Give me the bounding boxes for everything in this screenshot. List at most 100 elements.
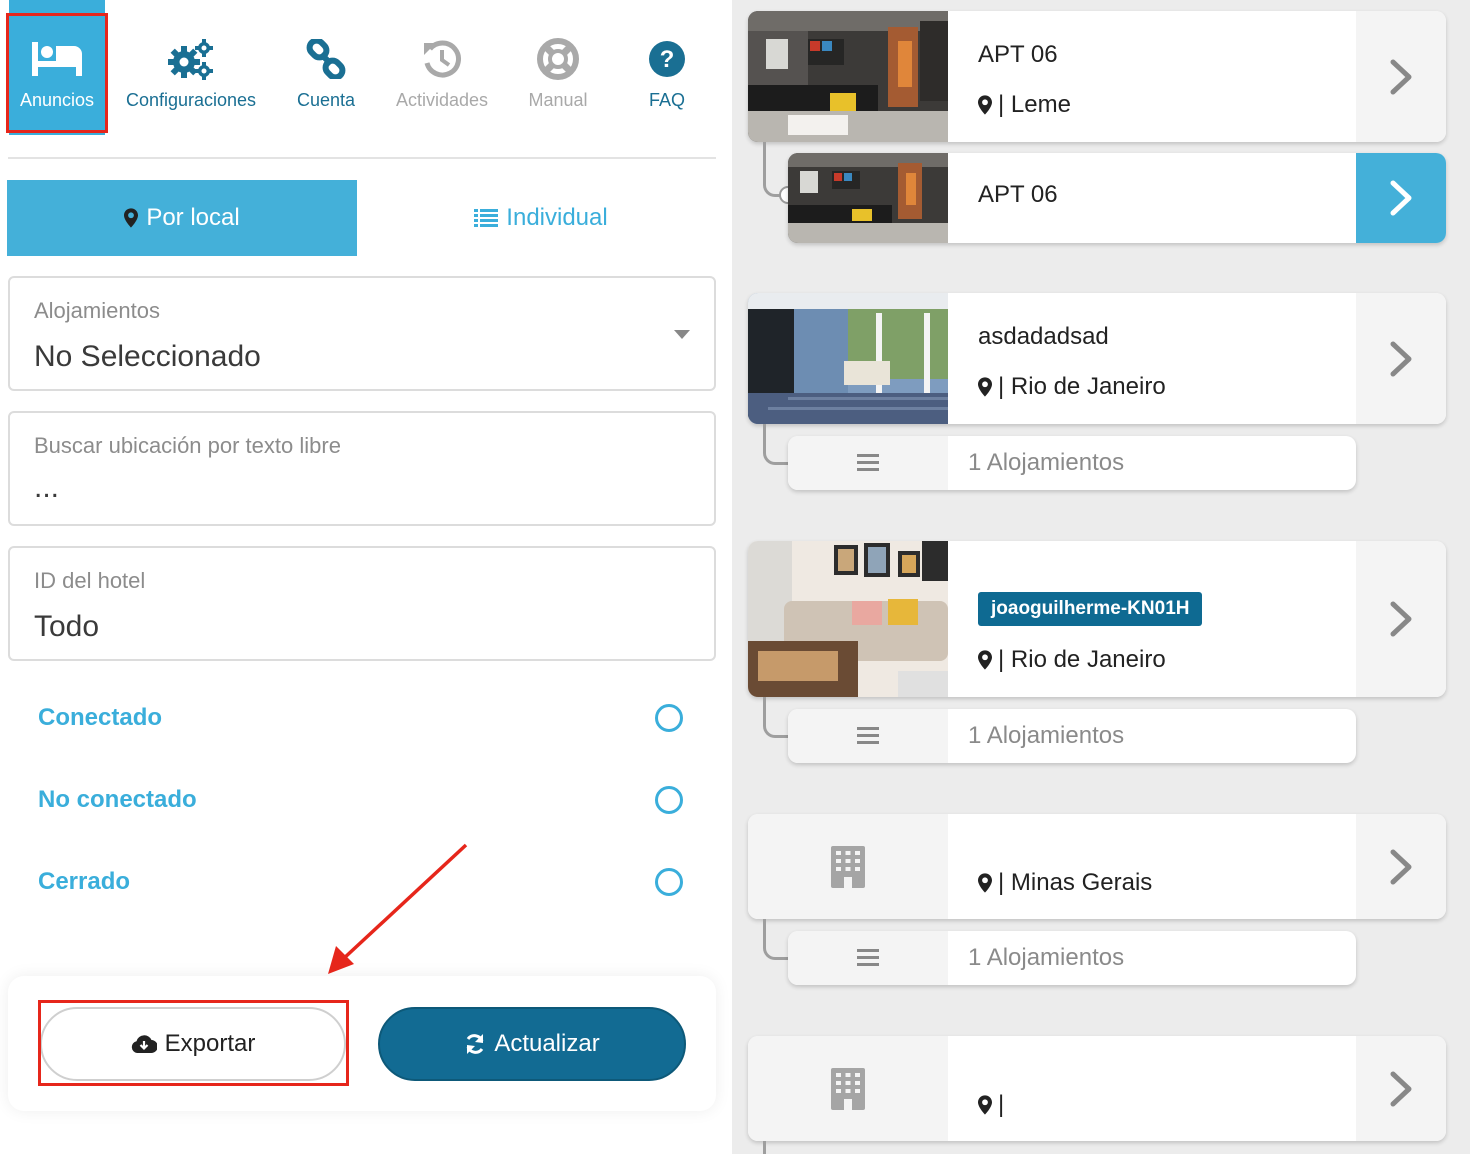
map-pin-icon	[978, 650, 992, 670]
accommodation-count: 1 Alojamientos	[968, 944, 1125, 971]
nav-tab-cuenta[interactable]: Cuenta	[284, 0, 368, 135]
menu-icon	[788, 709, 948, 763]
map-pin-icon	[124, 208, 138, 228]
menu-icon	[788, 436, 948, 490]
field-label: Alojamientos	[34, 298, 160, 323]
location-text: | Rio de Janeiro	[998, 373, 1166, 400]
nav-tab-faq[interactable]: ? FAQ	[630, 0, 704, 135]
listing-code-badge: joaoguilherme-KN01H	[978, 592, 1203, 626]
filter-panel: Anuncios Configuraciones Cuenta Activida…	[0, 0, 732, 1154]
chevron-down-icon	[674, 330, 690, 339]
menu-icon	[788, 931, 948, 985]
accommodation-count: 1 Alojamientos	[968, 449, 1125, 476]
export-button[interactable]: Exportar	[40, 1007, 346, 1081]
nav-label: Actividades	[395, 90, 489, 110]
listing-location: | Minas Gerais	[978, 869, 1152, 897]
tree-connector	[763, 1141, 791, 1154]
nav-label: FAQ	[648, 90, 685, 110]
field-label: Buscar ubicación por texto libre	[34, 433, 341, 458]
field-label: ID del hotel	[34, 568, 146, 593]
chevron-right-icon[interactable]	[1356, 541, 1446, 697]
chevron-right-icon[interactable]	[1356, 1036, 1446, 1141]
nav-label: Manual	[528, 90, 588, 110]
listing-card[interactable]: APT 06 | Leme	[748, 11, 1446, 142]
listing-title: APT 06	[978, 181, 1058, 208]
accommodation-count-row[interactable]: 1 Alojamientos	[788, 709, 1356, 763]
porch-photo	[748, 293, 948, 424]
field-value: Todo	[34, 610, 100, 643]
listing-card[interactable]: | Minas Gerais	[748, 814, 1446, 919]
tree-connector	[763, 697, 791, 738]
listing-title: APT 06	[978, 41, 1058, 68]
nav-tab-configuraciones[interactable]: Configuraciones	[118, 0, 264, 135]
tab-individual[interactable]: Individual	[366, 180, 716, 256]
svg-text:?: ?	[660, 46, 675, 73]
chevron-right-icon[interactable]	[1356, 293, 1446, 424]
bed-icon	[9, 32, 105, 86]
map-pin-icon	[978, 377, 992, 397]
status-option-no-conectado[interactable]: No conectado	[8, 772, 708, 832]
tree-connector	[763, 424, 791, 465]
tab-label: Por local	[146, 204, 240, 231]
listing-location: |	[978, 1091, 1004, 1119]
tab-por-local[interactable]: Por local	[7, 180, 357, 256]
map-pin-icon	[978, 1095, 992, 1115]
status-label: No conectado	[38, 786, 197, 813]
listing-card[interactable]: asdadadsad | Rio de Janeiro	[748, 293, 1446, 424]
update-button[interactable]: Actualizar	[378, 1007, 686, 1081]
listing-location: | Rio de Janeiro	[978, 646, 1166, 674]
button-label: Actualizar	[494, 1030, 600, 1057]
listing-card-selected[interactable]: APT 06	[788, 153, 1446, 243]
location-text: | Leme	[998, 91, 1071, 118]
hotel-id-field[interactable]: ID del hotel Todo	[8, 546, 716, 661]
nav-label: Cuenta	[296, 90, 356, 110]
listings-panel: APT 06 | Leme APT 06 asdadadsad | Rio de…	[732, 0, 1470, 1154]
location-text: |	[998, 1091, 1005, 1118]
gears-icon	[118, 32, 264, 86]
accommodations-select[interactable]: Alojamientos No Seleccionado	[8, 276, 716, 391]
accommodation-count: 1 Alojamientos	[968, 722, 1125, 749]
sofa-photo	[748, 541, 948, 697]
radio-button[interactable]	[655, 868, 683, 896]
chevron-right-icon[interactable]	[1356, 814, 1446, 919]
listing-location: | Leme	[978, 91, 1071, 119]
building-icon	[748, 1036, 948, 1141]
refresh-icon	[464, 1033, 486, 1055]
list-icon	[474, 209, 499, 227]
listing-card[interactable]: joaoguilherme-KN01H | Rio de Janeiro	[748, 541, 1446, 697]
listing-location: | Rio de Janeiro	[978, 373, 1166, 401]
tab-label: Individual	[506, 204, 608, 231]
chevron-right-icon[interactable]	[1356, 11, 1446, 142]
living-room-photo	[788, 153, 948, 243]
living-room-photo	[748, 11, 948, 142]
chevron-right-icon[interactable]	[1356, 153, 1446, 243]
status-option-conectado[interactable]: Conectado	[8, 690, 708, 750]
nav-label: Configuraciones	[125, 90, 257, 110]
status-option-cerrado[interactable]: Cerrado	[8, 854, 708, 914]
location-search-input[interactable]: Buscar ubicación por texto libre ...	[8, 411, 716, 526]
nav-divider	[8, 157, 716, 159]
field-value: ...	[34, 471, 60, 504]
lifebuoy-icon	[518, 32, 598, 86]
listing-title: asdadadsad	[978, 323, 1109, 350]
status-label: Conectado	[38, 704, 163, 731]
radio-button[interactable]	[655, 786, 683, 814]
tree-connector	[763, 919, 791, 960]
field-value: No Seleccionado	[34, 340, 261, 373]
nav-tab-actividades[interactable]: Actividades	[386, 0, 498, 135]
link-icon	[284, 32, 368, 86]
status-label: Cerrado	[38, 868, 131, 895]
nav-label: Anuncios	[19, 90, 95, 110]
radio-button[interactable]	[655, 704, 683, 732]
map-pin-icon	[978, 873, 992, 893]
nav-tab-anuncios[interactable]: Anuncios	[9, 0, 105, 135]
nav-tab-manual[interactable]: Manual	[518, 0, 598, 135]
building-icon	[748, 814, 948, 919]
question-icon: ?	[630, 32, 704, 86]
location-text: | Rio de Janeiro	[998, 646, 1166, 673]
listing-card[interactable]: |	[748, 1036, 1446, 1141]
history-icon	[386, 32, 498, 86]
button-label: Exportar	[164, 1030, 256, 1057]
accommodation-count-row[interactable]: 1 Alojamientos	[788, 436, 1356, 490]
accommodation-count-row[interactable]: 1 Alojamientos	[788, 931, 1356, 985]
